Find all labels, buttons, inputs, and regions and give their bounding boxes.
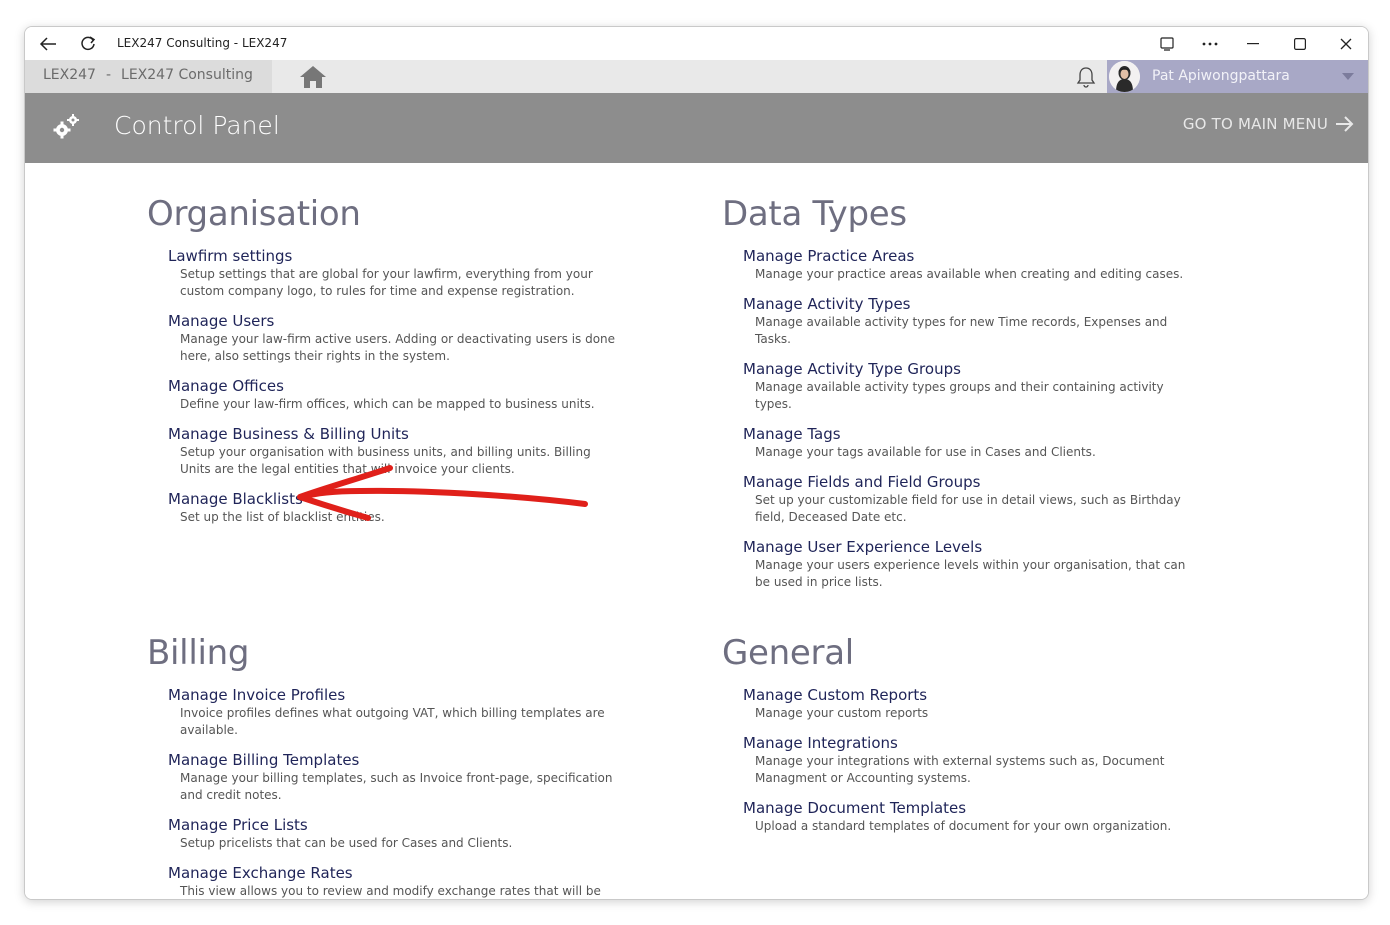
item-description: Manage your law-firm active users. Addin… <box>180 332 616 363</box>
item-description: Setup settings that are global for your … <box>180 267 593 298</box>
list-item: Manage Practice Areas Manage your practi… <box>743 246 1192 283</box>
user-menu[interactable]: Pat Apiwongpattara <box>1107 60 1368 93</box>
item-description: Upload a standard templates of document … <box>755 819 1172 833</box>
manage-activity-type-groups-link[interactable]: Manage Activity Type Groups <box>743 359 961 379</box>
list-item: Manage User Experience Levels Manage you… <box>743 537 1192 591</box>
control-panel-content: Organisation Lawfirm settings Setup sett… <box>25 163 1368 899</box>
list-item: Manage Business & Billing Units Setup yo… <box>168 424 617 478</box>
list-item: Manage Price Lists Setup pricelists that… <box>168 815 617 852</box>
list-item: Lawfirm settings Setup settings that are… <box>168 246 617 300</box>
manage-offices-link[interactable]: Manage Offices <box>168 376 284 396</box>
title-bar: LEX247 Consulting - LEX247 <box>25 27 1368 60</box>
section-general: General Manage Custom Reports Manage you… <box>722 633 1192 835</box>
manage-billing-templates-link[interactable]: Manage Billing Templates <box>168 750 359 770</box>
list-item: Manage Custom Reports Manage your custom… <box>743 685 1192 722</box>
manage-users-link[interactable]: Manage Users <box>168 311 274 331</box>
list-item: Manage Invoice Profiles Invoice profiles… <box>168 685 617 739</box>
breadcrumb-app: LEX247 <box>43 67 96 83</box>
maximize-icon[interactable] <box>1285 27 1315 60</box>
manage-blacklists-link[interactable]: Manage Blacklists <box>168 489 303 509</box>
manage-exchange-rates-link[interactable]: Manage Exchange Rates <box>168 863 353 883</box>
go-to-main-menu-label: GO TO MAIN MENU <box>1182 115 1328 133</box>
window-title: LEX247 Consulting - LEX247 <box>117 36 288 50</box>
section-title: Billing <box>147 633 250 673</box>
user-name: Pat Apiwongpattara <box>1152 68 1290 84</box>
manage-custom-reports-link[interactable]: Manage Custom Reports <box>743 685 927 705</box>
refresh-icon[interactable] <box>75 27 101 60</box>
breadcrumb-company: LEX247 Consulting <box>121 67 253 83</box>
breadcrumb[interactable]: LEX247- LEX247 Consulting <box>25 60 272 93</box>
manage-activity-types-link[interactable]: Manage Activity Types <box>743 294 910 314</box>
manage-tags-link[interactable]: Manage Tags <box>743 424 841 444</box>
breadcrumb-separator: - <box>105 67 112 83</box>
list-item: Manage Document Templates Upload a stand… <box>743 798 1192 835</box>
list-item: Manage Exchange Rates This view allows y… <box>168 863 617 899</box>
item-description: Set up the list of blacklist entities. <box>180 510 385 524</box>
app-bar: LEX247- LEX247 Consulting Pat Apiwongpatt… <box>25 60 1368 93</box>
manage-integrations-link[interactable]: Manage Integrations <box>743 733 898 753</box>
home-icon[interactable] <box>298 64 328 90</box>
item-description: Manage your users experience levels with… <box>755 558 1186 589</box>
list-item: Manage Offices Define your law-firm offi… <box>168 376 617 413</box>
manage-user-experience-levels-link[interactable]: Manage User Experience Levels <box>743 537 982 557</box>
list-item: Manage Tags Manage your tags available f… <box>743 424 1192 461</box>
item-description: Manage your custom reports <box>755 706 929 720</box>
item-description: Manage your practice areas available whe… <box>755 267 1184 281</box>
item-description: Manage your billing templates, such as I… <box>180 771 613 802</box>
item-description: Manage available activity types groups a… <box>755 380 1164 411</box>
manage-business-billing-units-link[interactable]: Manage Business & Billing Units <box>168 424 409 444</box>
go-to-main-menu-button[interactable]: GO TO MAIN MENU <box>1183 115 1354 133</box>
manage-document-templates-link[interactable]: Manage Document Templates <box>743 798 966 818</box>
page-title: Control Panel <box>114 111 280 140</box>
page-header: Control Panel GO TO MAIN MENU <box>25 93 1368 163</box>
chevron-down-icon[interactable] <box>1342 73 1354 80</box>
item-description: Set up your customizable field for use i… <box>755 493 1181 524</box>
section-title: General <box>722 633 854 673</box>
item-description: Setup pricelists that can be used for Ca… <box>180 836 513 850</box>
list-item: Manage Activity Types Manage available a… <box>743 294 1192 348</box>
item-description: Manage available activity types for new … <box>755 315 1168 346</box>
manage-practice-areas-link[interactable]: Manage Practice Areas <box>743 246 914 266</box>
manage-fields-link[interactable]: Manage Fields and Field Groups <box>743 472 980 492</box>
list-item: Manage Fields and Field Groups Set up yo… <box>743 472 1192 526</box>
manage-invoice-profiles-link[interactable]: Manage Invoice Profiles <box>168 685 345 705</box>
avatar <box>1109 61 1140 92</box>
close-icon[interactable] <box>1331 27 1361 60</box>
section-billing: Billing Manage Invoice Profiles Invoice … <box>147 633 617 899</box>
item-description: This view allows you to review and modif… <box>180 884 601 898</box>
section-title: Organisation <box>147 194 361 234</box>
item-description: Setup your organisation with business un… <box>180 445 591 476</box>
section-title: Data Types <box>722 194 907 234</box>
item-description: Define your law-firm offices, which can … <box>180 397 595 411</box>
cast-icon[interactable] <box>1154 27 1180 60</box>
back-arrow-icon[interactable] <box>35 27 61 60</box>
gears-icon <box>51 112 81 142</box>
list-item: Manage Activity Type Groups Manage avail… <box>743 359 1192 413</box>
item-description: Manage your tags available for use in Ca… <box>755 445 1096 459</box>
app-window: LEX247 Consulting - LEX247 LEX247- LEX247… <box>24 26 1369 900</box>
item-description: Manage your integrations with external s… <box>755 754 1165 785</box>
list-item: Manage Integrations Manage your integrat… <box>743 733 1192 787</box>
minimize-icon[interactable] <box>1238 27 1268 60</box>
section-data-types: Data Types Manage Practice Areas Manage … <box>722 194 1192 591</box>
item-description: Invoice profiles defines what outgoing V… <box>180 706 605 737</box>
list-item: Manage Users Manage your law-firm active… <box>168 311 617 365</box>
bell-icon[interactable] <box>1074 65 1098 89</box>
more-icon[interactable] <box>1195 27 1225 60</box>
manage-price-lists-link[interactable]: Manage Price Lists <box>168 815 308 835</box>
list-item: Manage Blacklists Set up the list of bla… <box>168 489 617 526</box>
lawfirm-settings-link[interactable]: Lawfirm settings <box>168 246 292 266</box>
list-item: Manage Billing Templates Manage your bil… <box>168 750 617 804</box>
arrow-right-icon <box>1336 116 1354 132</box>
section-organisation: Organisation Lawfirm settings Setup sett… <box>147 194 617 526</box>
